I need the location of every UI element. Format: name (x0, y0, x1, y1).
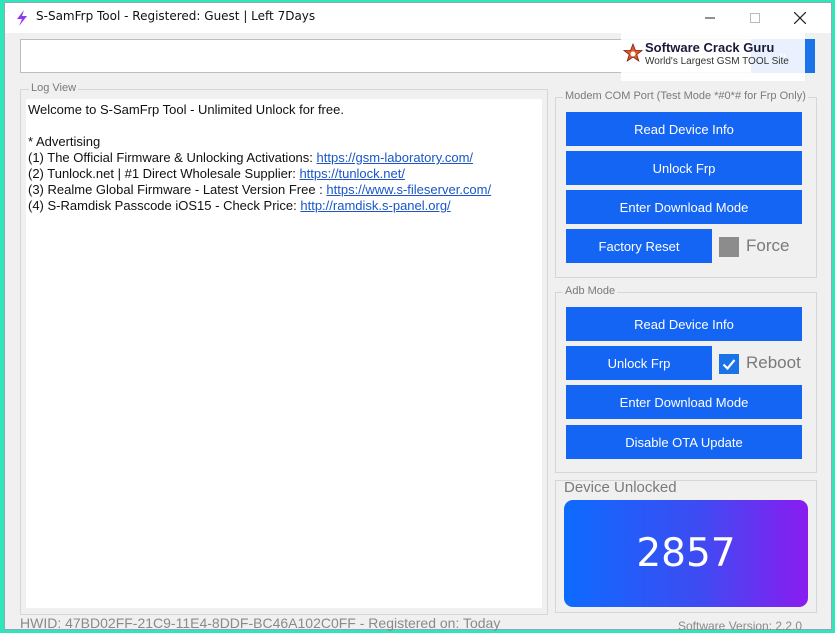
device-unlocked-group: Device Unlocked 2857 (555, 479, 817, 613)
app-window: S-SamFrp Tool - Registered: Guest | Left… (4, 2, 832, 633)
log-view-title: Log View (29, 82, 79, 94)
modem-unlock-frp-button[interactable]: Unlock Frp (566, 151, 802, 185)
ad-text: (2) Tunlock.net | #1 Direct Wholesale Su… (28, 166, 300, 181)
log-ad-line: (3) Realme Global Firmware - Latest Vers… (28, 182, 540, 198)
title-bar[interactable]: S-SamFrp Tool - Registered: Guest | Left… (5, 3, 831, 33)
maximize-icon (750, 13, 760, 23)
maximize-button[interactable] (732, 3, 778, 33)
device-unlocked-title: Device Unlocked (564, 479, 677, 496)
log-blank-line (28, 118, 540, 134)
log-view-group: Log View Welcome to S-SamFrp Tool - Unli… (20, 82, 548, 615)
hwid-status: HWID: 47BD02FF-21C9-11E4-8DDF-BC46A102C0… (20, 615, 501, 631)
adb-read-device-info-button[interactable]: Read Device Info (566, 307, 802, 341)
ad-text: (1) The Official Firmware & Unlocking Ac… (28, 150, 317, 165)
close-button[interactable] (777, 3, 823, 33)
window-title: S-SamFrp Tool - Registered: Guest | Left… (36, 9, 316, 23)
checkmark-icon (722, 359, 736, 371)
star-badge-icon (623, 43, 643, 62)
modem-enter-download-mode-button[interactable]: Enter Download Mode (566, 190, 802, 224)
ad-link[interactable]: http://ramdisk.s-panel.org/ (300, 198, 450, 213)
close-icon (794, 12, 806, 24)
log-ad-line: (1) The Official Firmware & Unlocking Ac… (28, 150, 540, 166)
minimize-icon (705, 17, 715, 19)
log-welcome-line: Welcome to S-SamFrp Tool - Unlimited Unl… (28, 102, 344, 117)
device-unlocked-count: 2857 (564, 500, 808, 607)
watermark-overlay: Software Crack Guru World's Largest GSM … (621, 31, 805, 81)
lightning-bolt-icon (15, 10, 29, 26)
modem-com-port-group: Modem COM Port (Test Mode *#0*# for Frp … (555, 90, 817, 278)
adb-enter-download-mode-button[interactable]: Enter Download Mode (566, 385, 802, 419)
modem-group-title: Modem COM Port (Test Mode *#0*# for Frp … (563, 90, 808, 102)
log-ad-line: (4) S-Ramdisk Passcode iOS15 - Check Pri… (28, 198, 540, 214)
factory-reset-button[interactable]: Factory Reset (566, 229, 712, 263)
watermark-subtitle: World's Largest GSM TOOL Site (645, 56, 789, 67)
log-advertising-header: * Advertising (28, 134, 101, 149)
ad-text: (4) S-Ramdisk Passcode iOS15 - Check Pri… (28, 198, 301, 213)
reboot-label: Reboot (746, 353, 801, 372)
modem-read-device-info-button[interactable]: Read Device Info (566, 112, 802, 146)
minimize-button[interactable] (687, 3, 733, 33)
adb-unlock-frp-button[interactable]: Unlock Frp (566, 346, 712, 380)
disable-ota-update-button[interactable]: Disable OTA Update (566, 425, 802, 459)
force-checkbox[interactable] (719, 237, 739, 257)
software-version: Software Version: 2.2.0 (678, 619, 803, 633)
log-text-area[interactable]: Welcome to S-SamFrp Tool - Unlimited Unl… (26, 99, 542, 608)
ad-text: (3) Realme Global Firmware - Latest Vers… (28, 182, 327, 197)
watermark-title: Software Crack Guru (645, 40, 775, 55)
force-label: Force (746, 236, 790, 255)
ad-link[interactable]: https://gsm-laboratory.com/ (317, 150, 474, 165)
adb-mode-group: Adb Mode Read Device Info Unlock Frp Reb… (555, 285, 817, 473)
reboot-checkbox[interactable] (719, 354, 739, 374)
ad-link[interactable]: https://www.s-fileserver.com/ (326, 182, 491, 197)
ad-link[interactable]: https://tunlock.net/ (299, 166, 405, 181)
adb-group-title: Adb Mode (563, 285, 618, 297)
log-ad-line: (2) Tunlock.net | #1 Direct Wholesale Su… (28, 166, 540, 182)
